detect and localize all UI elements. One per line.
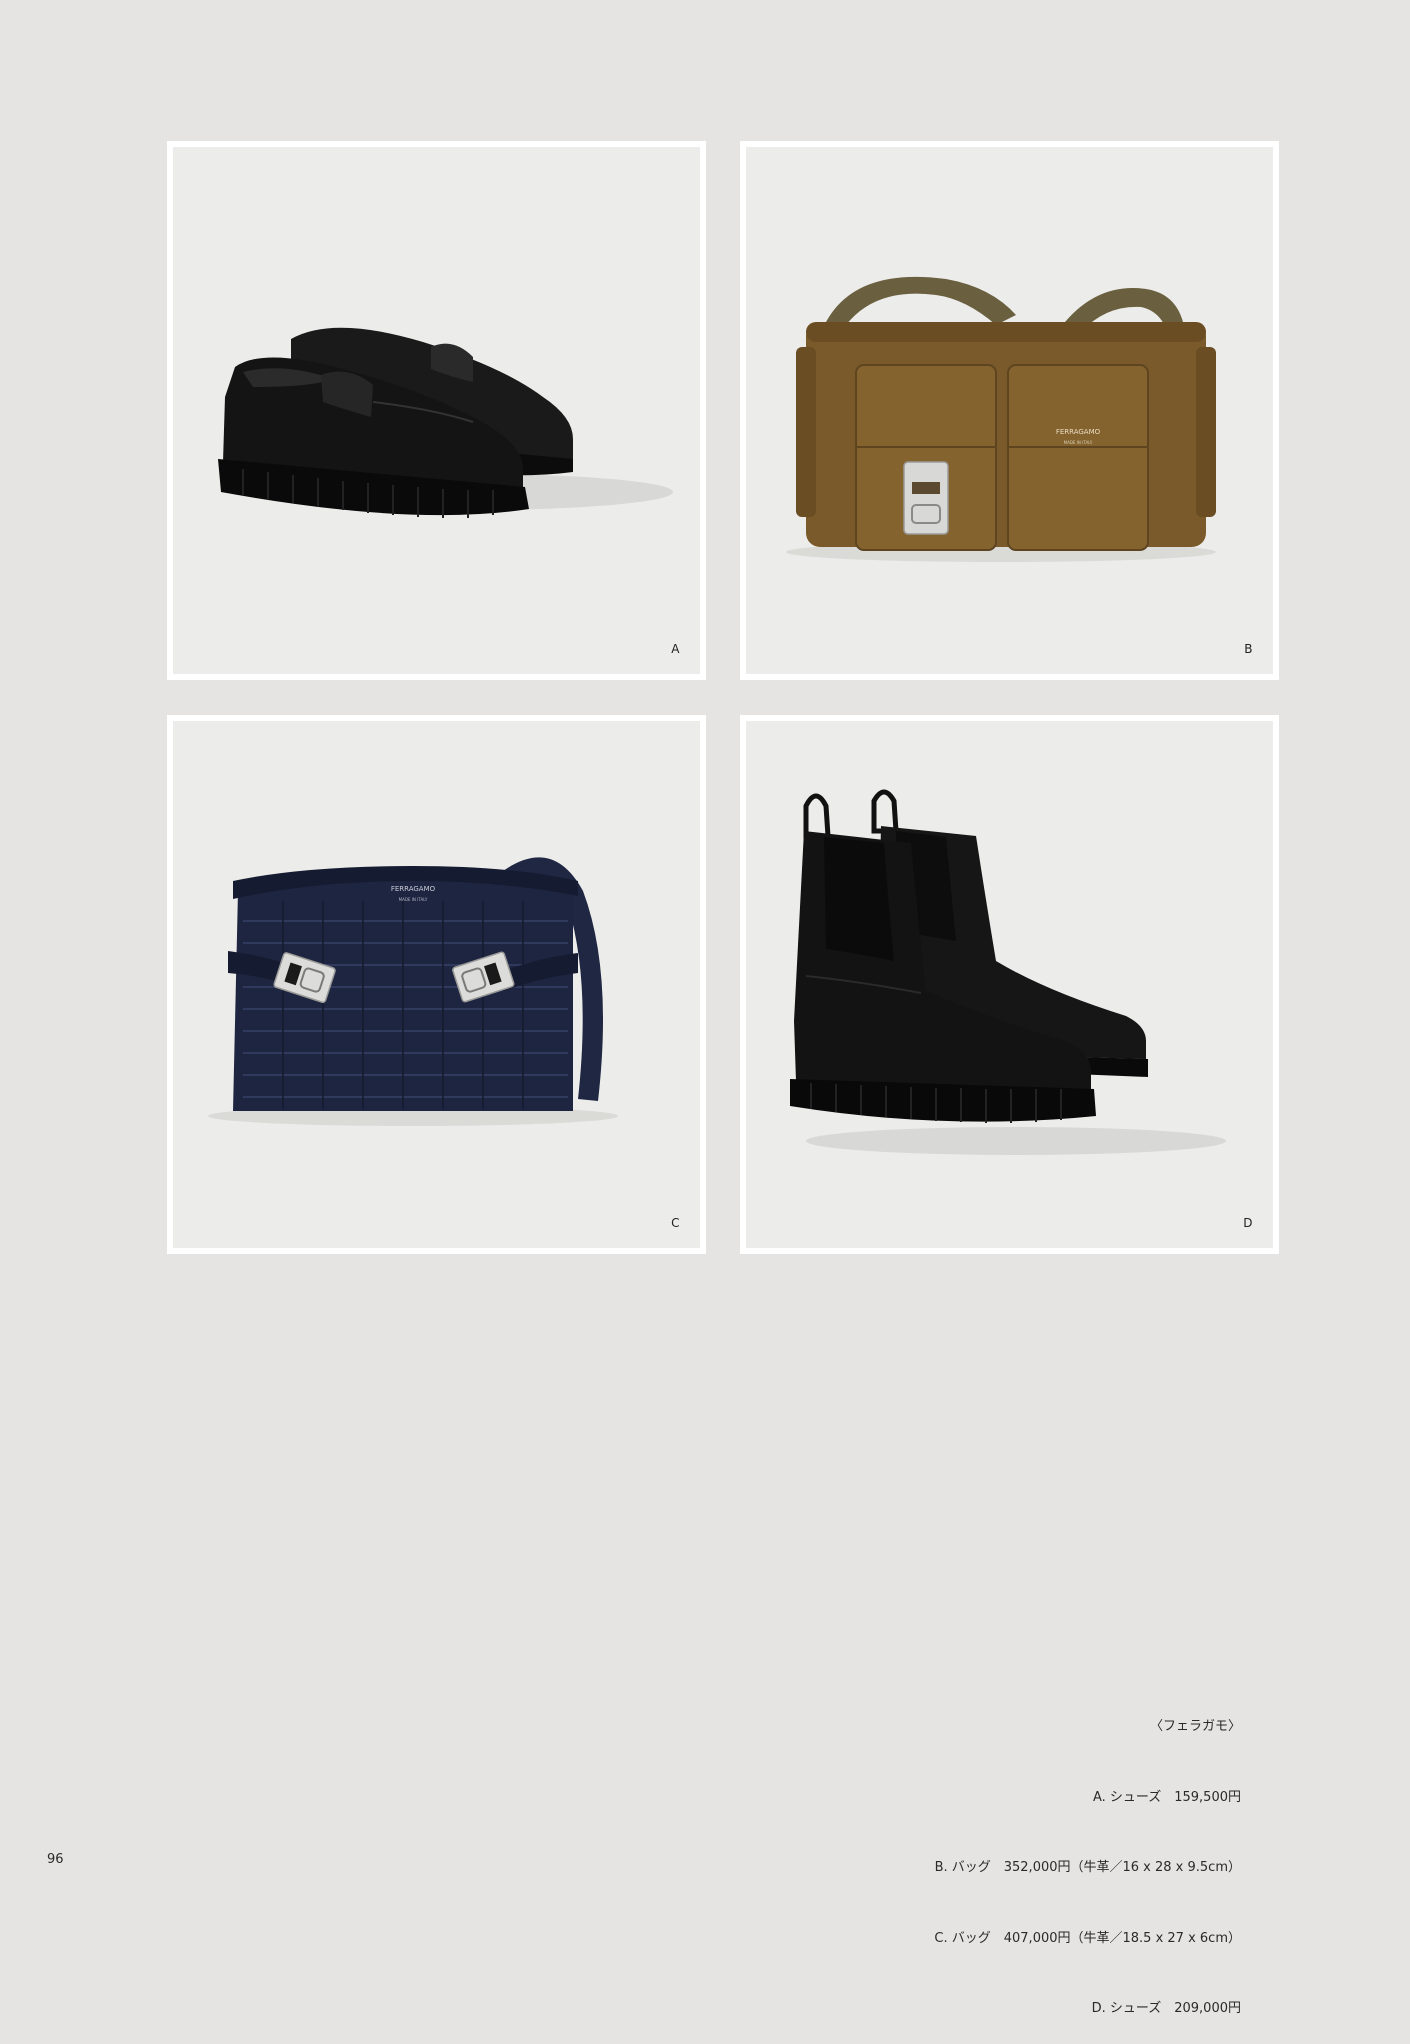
chelsea-boots-image bbox=[790, 789, 1226, 1155]
credit-line-b: B. バッグ 352,000円（牛革／16 x 28 x 9.5cm） bbox=[934, 1860, 1241, 1875]
bag-c-logo-sub: MADE IN ITALY bbox=[399, 897, 428, 902]
product-frame-c: FERRAGAMO MADE IN ITALY C bbox=[167, 715, 706, 1254]
product-frame-b: FERRAGAMO MADE IN ITALY B bbox=[740, 141, 1279, 680]
bag-pocket-right bbox=[1007, 364, 1149, 551]
bag-c-logo: FERRAGAMO bbox=[391, 885, 436, 893]
product-letter-b: B bbox=[1244, 642, 1253, 656]
product-letter-d: D bbox=[1243, 1216, 1253, 1230]
product-frame-d: D bbox=[740, 715, 1279, 1254]
bag-b-logo-sub: MADE IN ITALY bbox=[1064, 440, 1093, 445]
credits-brand: 〈フェラガモ〉 bbox=[1149, 1719, 1241, 1734]
product-credits: 〈フェラガモ〉 A. シューズ 159,500円 B. バッグ 352,000円… bbox=[934, 1668, 1241, 2044]
product-frame-a: A bbox=[167, 141, 706, 680]
credit-line-d: D. シューズ 209,000円 bbox=[1091, 2001, 1241, 2016]
camera-bag-image: FERRAGAMO MADE IN ITALY bbox=[786, 276, 1216, 562]
shoulder-bag-image: FERRAGAMO MADE IN ITALY bbox=[208, 857, 618, 1126]
bag-strap bbox=[826, 276, 1016, 325]
loafers-image bbox=[218, 327, 673, 518]
credit-line-a: A. シューズ 159,500円 bbox=[1092, 1789, 1241, 1805]
product-letter-c: C bbox=[671, 1216, 680, 1230]
page-number: 96 bbox=[47, 1852, 64, 1867]
bag-b-logo: FERRAGAMO bbox=[1056, 428, 1101, 436]
product-letter-a: A bbox=[671, 642, 680, 656]
credit-line-c: C. バッグ 407,000円（牛革／18.5 x 27 x 6cm） bbox=[934, 1930, 1241, 1946]
